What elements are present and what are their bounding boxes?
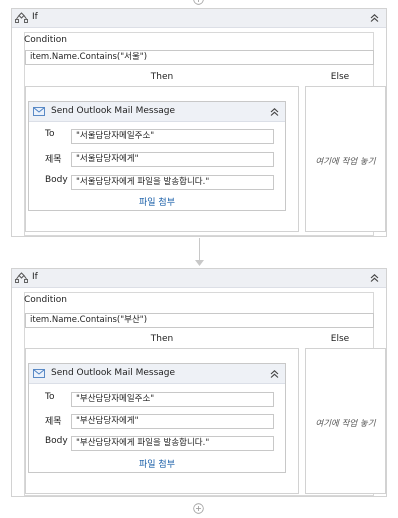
if-activity-1[interactable]: If Condition item.Name.Contains("서울") Th…	[11, 8, 387, 237]
else-drop-hint: 여기에 작업 놓기	[315, 419, 376, 429]
if-activity-icon	[15, 12, 28, 23]
attach-files-link[interactable]: 파일 첨부	[29, 457, 285, 470]
activity-title: Send Outlook Mail Message	[51, 368, 176, 378]
subject-input[interactable]: "부산담당자에게"	[71, 414, 274, 429]
then-label: Then	[150, 334, 174, 344]
send-outlook-mail-activity[interactable]: Send Outlook Mail Message To "부산담당자메일주소"…	[28, 363, 286, 473]
if-header[interactable]: If	[12, 269, 386, 288]
then-drop-area[interactable]: Send Outlook Mail Message To "부산담당자메일주소"…	[25, 348, 299, 494]
else-drop-area[interactable]: 여기에 작업 놓기	[305, 86, 386, 232]
then-label: Then	[150, 72, 174, 82]
else-label: Else	[330, 334, 350, 344]
attach-files-link[interactable]: 파일 첨부	[29, 195, 285, 208]
else-label: Else	[330, 72, 350, 82]
if-header[interactable]: If	[12, 9, 386, 28]
to-input[interactable]: "서울담당자메일주소"	[71, 129, 274, 144]
collapse-icon[interactable]	[269, 369, 280, 379]
if-title: If	[32, 12, 38, 22]
if-title: If	[32, 272, 38, 282]
subject-label: 제목	[45, 417, 62, 427]
collapse-icon[interactable]	[369, 13, 380, 23]
to-input[interactable]: "부산담당자메일주소"	[71, 392, 274, 407]
outlook-mail-icon	[33, 107, 45, 116]
activity-header[interactable]: Send Outlook Mail Message	[29, 102, 285, 122]
to-label: To	[45, 392, 55, 402]
collapse-icon[interactable]	[269, 107, 280, 117]
body-label: Body	[45, 175, 68, 185]
connector-arrow-icon	[195, 260, 204, 266]
activity-title: Send Outlook Mail Message	[51, 106, 176, 116]
body-input[interactable]: "서울담당자에게 파일을 발송합니다."	[71, 175, 274, 190]
subject-label: 제목	[45, 155, 62, 165]
add-activity-plus-icon[interactable]	[193, 503, 204, 514]
condition-label: Condition	[24, 295, 67, 305]
condition-label: Condition	[24, 35, 67, 45]
body-input[interactable]: "부산담당자에게 파일을 발송합니다."	[71, 436, 274, 451]
outlook-mail-icon	[33, 369, 45, 378]
if-activity-icon	[15, 272, 28, 283]
add-activity-top-icon[interactable]	[193, 0, 204, 5]
condition-input[interactable]: item.Name.Contains("부산")	[25, 313, 374, 328]
condition-input[interactable]: item.Name.Contains("서울")	[25, 50, 374, 65]
if-activity-2[interactable]: If Condition item.Name.Contains("부산") Th…	[11, 268, 387, 497]
collapse-icon[interactable]	[369, 273, 380, 283]
else-drop-hint: 여기에 작업 놓기	[315, 157, 376, 167]
body-label: Body	[45, 436, 68, 446]
else-drop-area[interactable]: 여기에 작업 놓기	[305, 348, 386, 494]
send-outlook-mail-activity[interactable]: Send Outlook Mail Message To "서울담당자메일주소"…	[28, 101, 286, 211]
to-label: To	[45, 129, 55, 139]
then-drop-area[interactable]: Send Outlook Mail Message To "서울담당자메일주소"…	[25, 86, 299, 232]
subject-input[interactable]: "서울담당자에게"	[71, 152, 274, 167]
activity-header[interactable]: Send Outlook Mail Message	[29, 364, 285, 384]
